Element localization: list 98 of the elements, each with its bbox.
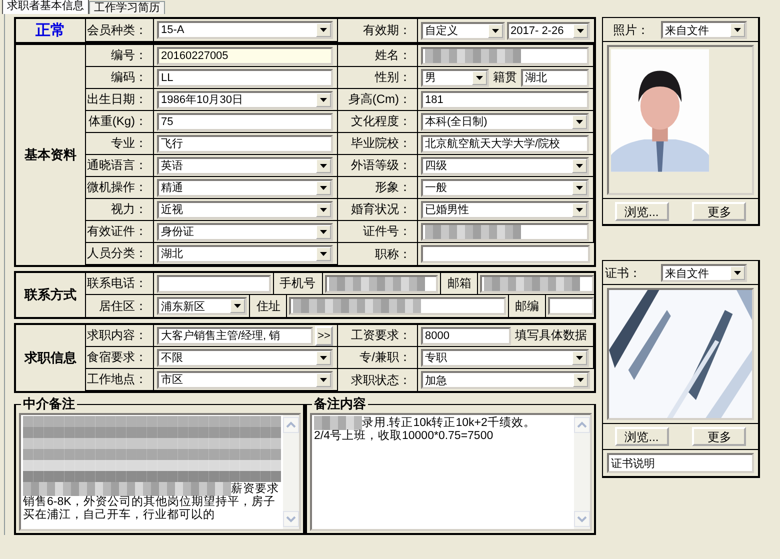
field-label: 求职内容：: [86, 325, 154, 347]
tab[interactable]: 求职者基本信息: [2, 0, 89, 14]
field-label: 邮箱: [440, 273, 478, 294]
field-label: 有效证件：: [86, 221, 154, 243]
dropdown[interactable]: 15-A: [157, 21, 333, 39]
field-label: 姓名：: [338, 45, 418, 67]
text-field[interactable]: [421, 46, 589, 64]
field-label: 会员种类：: [86, 19, 154, 42]
text-field[interactable]: [480, 274, 594, 292]
more-button[interactable]: 更多: [692, 202, 746, 221]
dropdown[interactable]: 来自文件: [661, 264, 747, 282]
dropdown[interactable]: 本科(全日制): [421, 112, 589, 130]
text-field[interactable]: 湖北: [521, 68, 589, 86]
dropdown[interactable]: 自定义: [421, 22, 504, 40]
dropdown[interactable]: 已婚男性: [421, 200, 589, 218]
field-label: 邮编: [508, 295, 546, 317]
dropdown[interactable]: 湖北: [157, 244, 333, 262]
field-label: 联系电话：: [86, 273, 154, 295]
expand-button[interactable]: >>: [315, 326, 333, 346]
tab[interactable]: 工作学习简历: [89, 1, 165, 14]
text-field[interactable]: [324, 274, 438, 292]
field-label: 身高(Cm)：: [338, 89, 418, 111]
field-label: 籍贯: [492, 69, 518, 86]
field-label: 形象：: [338, 177, 418, 199]
field-label: 编码：: [86, 67, 154, 89]
field-label: 工资要求：: [338, 325, 418, 347]
text-field[interactable]: 20160227005: [157, 46, 333, 64]
text-field[interactable]: 北京航空航天大学大学/院校: [421, 134, 589, 152]
dropdown[interactable]: 不限: [157, 348, 333, 366]
field-label: 填写具体数据: [514, 327, 588, 344]
dropdown[interactable]: 来自文件: [661, 21, 747, 39]
field-label: 微机操作：: [86, 177, 154, 199]
status-label: 正常: [16, 19, 86, 42]
browse-button[interactable]: 浏览...: [614, 202, 669, 221]
note-text: 2/4号上班，收取10000*0.75=7500: [314, 430, 494, 443]
dropdown[interactable]: 专职: [421, 348, 589, 366]
text-field[interactable]: [548, 297, 594, 315]
field-label: 外语等级：: [338, 155, 418, 177]
field-label: 居住区：: [86, 295, 154, 317]
field-label: 证书：: [605, 264, 641, 282]
dropdown[interactable]: 精通: [157, 178, 333, 196]
field-label: 专/兼职：: [338, 347, 418, 369]
field-label: 体重(Kg)：: [86, 111, 154, 133]
dropdown[interactable]: 浦东新区: [157, 297, 248, 315]
field-label: 出生日期：: [86, 89, 154, 111]
field-label: 证件号：: [338, 221, 418, 243]
text-field[interactable]: 75: [157, 112, 333, 130]
text-field[interactable]: 飞行: [157, 134, 333, 152]
section-title: 基本资料: [24, 147, 76, 164]
group-title: 中介备注: [22, 396, 76, 413]
more-button[interactable]: 更多: [692, 427, 746, 446]
dropdown[interactable]: 近视: [157, 200, 333, 218]
text-field[interactable]: [289, 297, 506, 315]
dropdown[interactable]: 男: [421, 68, 489, 86]
note-text: 销售6-8K，外资公司的其他岗位期望持平，房子: [23, 496, 276, 508]
text-field[interactable]: LL: [157, 68, 333, 86]
section-title: 求职信息: [24, 350, 76, 367]
field-label: 求职状态：: [338, 369, 418, 391]
dropdown[interactable]: 身份证: [157, 222, 333, 240]
note-text: 录用.转正10k转正10k+2千绩效。: [362, 416, 536, 430]
field-label: 食宿要求：: [86, 347, 154, 369]
text-field[interactable]: [157, 274, 271, 292]
field-label: 通晓语言：: [86, 155, 154, 177]
field-label: 视力：: [86, 199, 154, 221]
field-label: 工作地点：: [86, 369, 154, 391]
field-label: 职称：: [338, 243, 418, 265]
section-title: 联系方式: [24, 286, 76, 304]
text-field[interactable]: 大客户销售主管/经理, 销: [157, 326, 313, 344]
note-text: 薪资要求: [231, 482, 279, 495]
field-label: 文化程度：: [338, 111, 418, 133]
browse-button[interactable]: 浏览...: [614, 427, 669, 446]
text-field[interactable]: [421, 245, 590, 263]
text-field[interactable]: [421, 222, 589, 240]
dropdown[interactable]: 英语: [157, 156, 333, 174]
text-field[interactable]: 8000: [421, 326, 511, 344]
blurred-text-drawing: [314, 416, 362, 430]
text-area[interactable]: 薪资要求 销售6-8K，外资公司的其他岗位期望持平，房子 买在浦江，自己开车，行业都可以的: [19, 413, 301, 531]
dropdown[interactable]: 2017- 2-26: [506, 22, 590, 40]
dropdown[interactable]: 四级: [421, 156, 589, 174]
dropdown[interactable]: 1986年10月30日: [157, 90, 333, 108]
field-label: 性别：: [338, 67, 418, 89]
field-label: 住址: [249, 295, 288, 317]
group-title: 备注内容: [312, 396, 367, 413]
field-label: 照片：: [613, 22, 649, 38]
dropdown[interactable]: 加急: [421, 371, 590, 389]
field-label: 毕业院校：: [338, 133, 418, 155]
text-area[interactable]: 录用.转正10k转正10k+2千绩效。 2/4号上班，收取10000*0.75=7500: [310, 413, 592, 531]
field-label: 编号：: [86, 45, 154, 67]
dropdown[interactable]: 一般: [421, 178, 589, 196]
field-label: 婚育状况：: [338, 199, 418, 221]
field-label: 手机号: [272, 273, 323, 294]
field-label: 人员分类：: [86, 243, 154, 265]
text-field[interactable]: 证书说明: [607, 453, 754, 473]
note-text: 买在浦江，自己开车，行业都可以的: [23, 509, 215, 522]
dropdown[interactable]: 市区: [157, 370, 333, 388]
field-label: 有效期：: [338, 19, 418, 42]
field-label: 专业：: [86, 133, 154, 155]
text-field[interactable]: 181: [421, 90, 589, 108]
